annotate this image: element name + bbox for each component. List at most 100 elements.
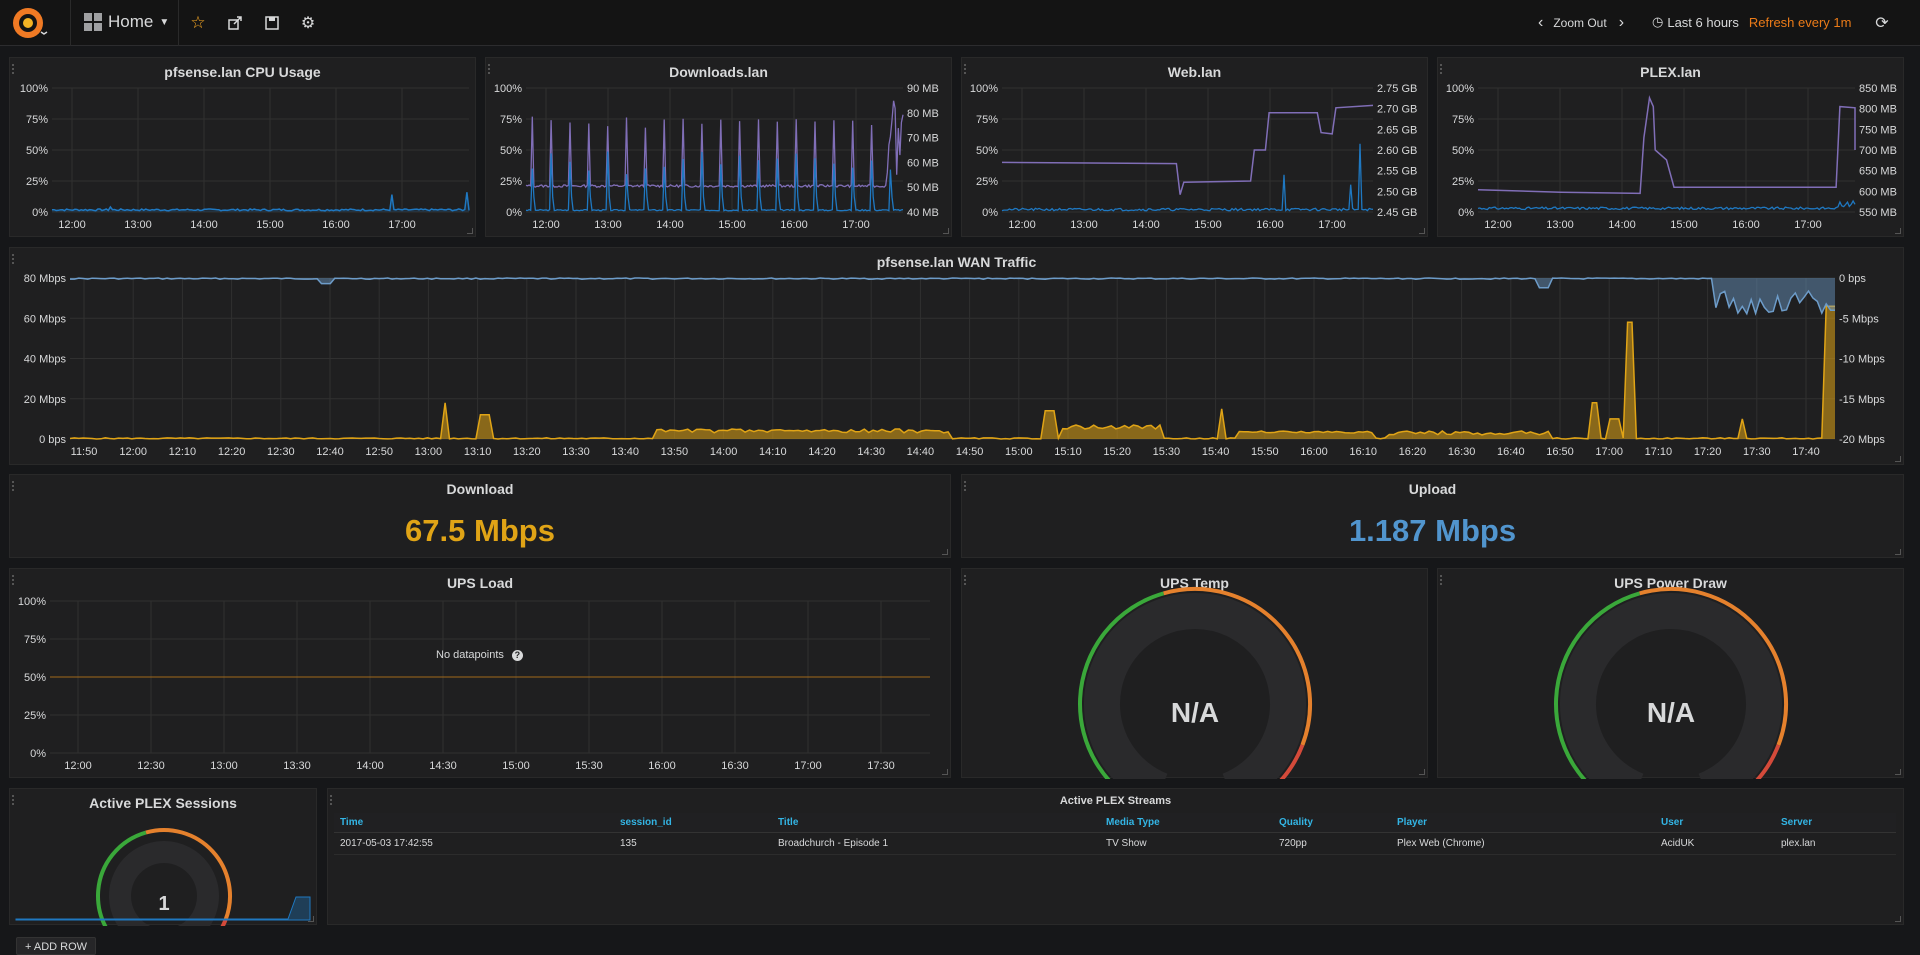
row-drag-handle[interactable] (964, 64, 967, 74)
row-drag-handle[interactable] (488, 64, 491, 74)
resize-handle[interactable] (1895, 228, 1901, 234)
cpu-usage-graph: 100% 75% 50% 25% 0% 12:00 13:00 14:00 15:00 16:00… (20, 83, 470, 231)
save-icon[interactable] (262, 13, 282, 33)
refresh-icon[interactable]: ⟳ (1872, 13, 1892, 33)
row-drag-handle[interactable] (1440, 575, 1443, 585)
row-drag-handle[interactable] (964, 575, 967, 585)
row-drag-handle[interactable] (330, 795, 333, 805)
table-cell: 135 (614, 832, 772, 855)
download-series-line (69, 305, 1835, 441)
y-tick-label: 100% (1446, 83, 1474, 95)
x-tick-label: 14:40 (907, 446, 935, 458)
row-drag-handle[interactable] (12, 481, 15, 491)
x-tick-label: 17:30 (1743, 446, 1771, 458)
panel-upload-stat: Upload 1.187 Mbps (961, 474, 1904, 558)
x-tick-label: 11:50 (71, 446, 98, 458)
x-tick-label: 16:30 (721, 760, 749, 772)
row-drag-handle[interactable] (12, 64, 15, 74)
chevron-right-icon[interactable]: › (1619, 14, 1624, 32)
resize-handle[interactable] (1419, 228, 1425, 234)
gear-icon[interactable]: ⚙ (298, 13, 318, 33)
column-header-server[interactable]: Server (1775, 813, 1896, 833)
x-tick-label: 14:20 (808, 446, 836, 458)
y-tick-label: 25% (976, 176, 998, 188)
x-tick-label: 17:00 (842, 219, 870, 231)
y-tick-label: 75% (24, 634, 46, 646)
upload-series-line (70, 277, 1835, 316)
cpu-series-line (51, 192, 470, 212)
share-icon[interactable] (225, 13, 245, 33)
y2-tick-label: 50 MB (907, 182, 939, 194)
no-datapoints-message: No datapoints ? (436, 649, 523, 661)
y2-tick-label: 80 MB (907, 108, 939, 120)
x-tick-label: 16:30 (1448, 446, 1476, 458)
memory-series-line (1477, 95, 1856, 195)
y2-tick-label: 40 MB (907, 207, 939, 219)
refresh-interval-label: Refresh every 1m (1748, 14, 1852, 30)
resize-handle[interactable] (308, 916, 314, 922)
x-tick-label: 14:50 (956, 446, 984, 458)
x-tick-label: 15:10 (1054, 446, 1082, 458)
question-circle-icon[interactable]: ? (511, 649, 523, 661)
x-tick-label: 12:30 (267, 446, 295, 458)
y-tick-label: 80 Mbps (24, 273, 67, 285)
y2-tick-label: 750 MB (1859, 124, 1897, 136)
x-tick-label: 16:50 (1546, 446, 1574, 458)
y-tick-label: 20 Mbps (24, 394, 67, 406)
resize-handle[interactable] (942, 769, 948, 775)
row-drag-handle[interactable] (1440, 64, 1443, 74)
column-header-time[interactable]: Time (334, 813, 614, 833)
x-tick-label: 12:00 (1484, 219, 1512, 231)
column-header-user[interactable]: User (1655, 813, 1775, 833)
dashboard-picker[interactable]: Home ▼ (84, 12, 169, 32)
time-picker[interactable]: ◷ Last 6 hours Refresh every 1m (1652, 14, 1851, 30)
x-tick-label: 14:00 (190, 219, 218, 231)
panel-title[interactable]: Download (10, 481, 950, 497)
row-drag-handle[interactable] (12, 575, 15, 585)
zoom-out-label: Zoom Out (1553, 16, 1607, 30)
star-icon[interactable]: ☆ (188, 13, 208, 33)
resize-handle[interactable] (1895, 916, 1901, 922)
column-header-media-type[interactable]: Media Type (1100, 813, 1273, 833)
y-tick-label: 100% (494, 83, 522, 95)
column-header-player[interactable]: Player (1391, 813, 1655, 833)
x-tick-label: 14:00 (356, 760, 384, 772)
column-header-session-id[interactable]: session_id (614, 813, 772, 833)
resize-handle[interactable] (943, 228, 949, 234)
panel-wan-traffic: pfsense.lan WAN Traffic 80 Mbps 60 Mbps 40… (9, 247, 1904, 465)
resize-handle[interactable] (1895, 456, 1901, 462)
y2-tick-label: 700 MB (1859, 145, 1897, 157)
resize-handle[interactable] (1419, 769, 1425, 775)
grafana-menu-button[interactable] (10, 4, 66, 42)
x-tick-label: 13:00 (1546, 219, 1574, 231)
column-header-quality[interactable]: Quality (1273, 813, 1391, 833)
add-row-button[interactable]: + ADD ROW (16, 937, 97, 955)
resize-handle[interactable] (1895, 549, 1901, 555)
zoom-out-button[interactable]: ‹ Zoom Out › (1538, 14, 1624, 32)
panel-plex-lan: PLEX.lan 100% 75% 50% 25% 0% 850 MB 800 MB 750 … (1437, 57, 1904, 237)
x-tick-label: 15:00 (718, 219, 746, 231)
x-tick-label: 15:40 (1202, 446, 1230, 458)
row-drag-handle[interactable] (12, 795, 15, 805)
panel-title[interactable]: Upload (962, 481, 1903, 497)
x-tick-label: 14:00 (1608, 219, 1636, 231)
x-tick-label: 17:00 (1318, 219, 1346, 231)
chevron-left-icon[interactable]: ‹ (1538, 14, 1543, 32)
resize-handle[interactable] (942, 549, 948, 555)
x-tick-label: 12:00 (58, 219, 86, 231)
y2-tick-label: -20 Mbps (1839, 434, 1885, 446)
resize-handle[interactable] (1895, 769, 1901, 775)
time-range-label: Last 6 hours (1667, 14, 1739, 30)
panel-downloads-lan: Downloads.lan 100% 75% 50% 25% 0% 90 MB 80 MB 7… (485, 57, 952, 237)
panel-title[interactable]: Active PLEX Streams (328, 795, 1903, 807)
row-drag-handle[interactable] (12, 254, 15, 264)
panel-active-plex-sessions: Active PLEX Sessions 1 (9, 788, 317, 926)
y2-tick-label: 2.60 GB (1377, 145, 1417, 157)
y-tick-label: 100% (18, 596, 46, 608)
x-tick-label: 16:00 (780, 219, 808, 231)
row-drag-handle[interactable] (964, 481, 967, 491)
column-header-title[interactable]: Title (772, 813, 1100, 833)
resize-handle[interactable] (467, 228, 473, 234)
download-area (70, 306, 1835, 439)
y-tick-label: 0% (506, 207, 522, 219)
